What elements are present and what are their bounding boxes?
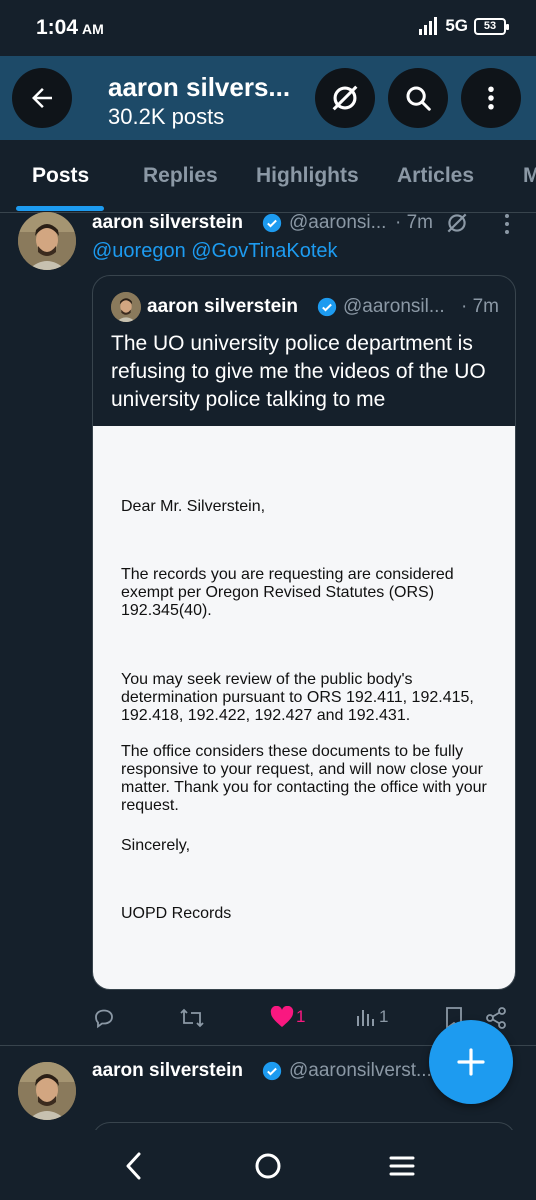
compose-button[interactable] <box>429 1020 513 1104</box>
author-name[interactable]: aaron silverstein <box>92 212 243 234</box>
back-arrow-icon <box>32 88 52 108</box>
letter-paragraph-3: The office considers these documents to … <box>121 743 487 814</box>
avatar-image <box>18 212 76 270</box>
tab-articles[interactable]: Articles <box>397 164 474 188</box>
nav-home-icon <box>255 1153 281 1179</box>
heart-icon <box>270 1006 294 1027</box>
repost-icon <box>180 1008 204 1028</box>
repost-button[interactable] <box>178 1006 206 1030</box>
profile-tabs: Posts Replies Highlights Articles M <box>0 140 536 213</box>
verified-icon <box>262 213 282 233</box>
status-indicators: 5G 53 <box>419 16 509 36</box>
letter-paragraph-2: You may seek review of the public body's… <box>121 671 474 724</box>
status-clock: 1:04 <box>36 16 79 39</box>
tab-replies[interactable]: Replies <box>143 164 218 188</box>
quote-avatar-image <box>111 292 141 322</box>
quote-avatar <box>111 292 141 322</box>
signal-icon <box>419 17 438 35</box>
quote-author-handle: @aaronsil... <box>343 296 445 317</box>
letter-signature: UOPD Records <box>121 905 232 922</box>
status-bar: 1:04 AM 5G 53 <box>0 0 536 60</box>
quote-time: · 7m <box>461 296 499 317</box>
quoted-post[interactable]: aaron silverstein @aaronsil... · 7m The … <box>92 275 516 990</box>
views-button[interactable]: 1 <box>355 1006 388 1028</box>
grok-icon[interactable] <box>444 210 470 236</box>
plus-icon <box>457 1048 485 1076</box>
profile-header: aaron silvers... 30.2K posts <box>0 56 536 140</box>
status-time: 1:04 AM <box>36 16 104 40</box>
letter-paragraph-1: The records you are requesting are consi… <box>121 566 454 619</box>
nav-back-button[interactable] <box>114 1148 154 1184</box>
quote-author-name: aaron silverstein <box>147 296 299 317</box>
post-more-icon[interactable] <box>497 212 517 236</box>
letter-image[interactable]: Dear Mr. Silverstein, The records you ar… <box>93 426 515 989</box>
network-type: 5G <box>445 16 468 35</box>
battery-icon: 53 <box>474 17 509 35</box>
avatar[interactable] <box>18 212 76 270</box>
system-nav-bar <box>0 1130 536 1200</box>
active-tab-indicator <box>16 206 104 211</box>
profile-title: aaron silvers... <box>108 72 291 102</box>
avatar[interactable] <box>18 1062 76 1120</box>
author-name[interactable]: aaron silverstein <box>92 1060 243 1082</box>
view-count: 1 <box>379 1007 389 1026</box>
avatar-image <box>18 1062 76 1120</box>
verified-icon <box>262 1061 282 1081</box>
nav-menu-button[interactable] <box>382 1148 422 1184</box>
tab-highlights[interactable]: Highlights <box>256 164 359 188</box>
search-icon <box>406 86 431 111</box>
status-ampm: AM <box>82 21 104 37</box>
reply-button[interactable] <box>92 1006 116 1030</box>
back-button[interactable] <box>12 68 72 128</box>
post-mentions[interactable]: @uoregon @GovTinaKotek <box>92 240 338 263</box>
author-handle[interactable]: @aaronsi... <box>289 212 386 234</box>
post-time: · 7m <box>395 212 433 233</box>
more-vertical-icon <box>488 86 494 110</box>
tab-media[interactable]: M <box>523 164 536 188</box>
tab-posts[interactable]: Posts <box>32 164 89 188</box>
grok-icon <box>332 85 358 111</box>
nav-back-icon <box>126 1152 141 1180</box>
author-handle[interactable]: @aaronsilverst... <box>289 1060 432 1082</box>
reply-icon <box>95 1009 113 1029</box>
nav-menu-icon <box>389 1156 415 1176</box>
views-icon <box>357 1010 374 1026</box>
like-button[interactable]: 1 <box>270 1006 305 1028</box>
quote-text: The UO university police department is r… <box>111 332 486 411</box>
like-count: 1 <box>296 1007 306 1026</box>
letter-closing: Sincerely, <box>121 837 191 854</box>
letter-greeting: Dear Mr. Silverstein, <box>121 498 266 515</box>
grok-button[interactable] <box>315 68 375 128</box>
search-button[interactable] <box>388 68 448 128</box>
post-count: 30.2K posts <box>108 104 225 129</box>
more-button[interactable] <box>461 68 521 128</box>
verified-icon <box>317 297 337 317</box>
battery-level: 53 <box>483 20 497 32</box>
nav-home-button[interactable] <box>248 1148 288 1184</box>
